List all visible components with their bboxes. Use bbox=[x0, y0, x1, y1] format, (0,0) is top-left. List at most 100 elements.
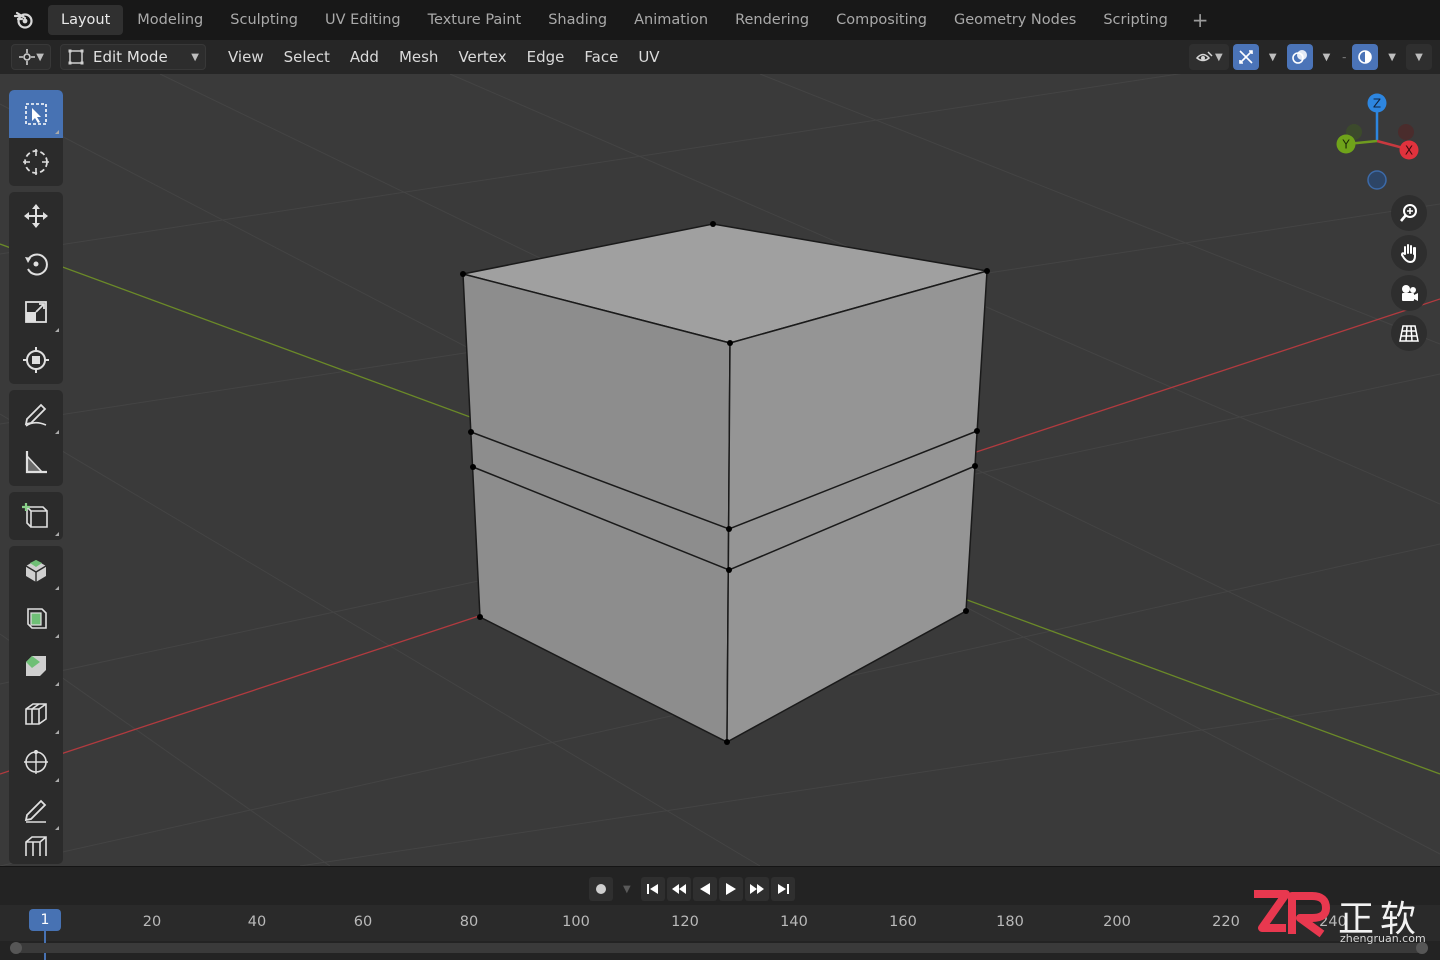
tab-layout[interactable]: Layout bbox=[48, 5, 124, 35]
transform-tool[interactable] bbox=[9, 336, 63, 384]
rotate-icon bbox=[25, 253, 48, 276]
xray-toggle-button[interactable] bbox=[1352, 44, 1379, 70]
annotate-tool[interactable] bbox=[9, 390, 63, 438]
fast-forward-icon bbox=[749, 884, 764, 894]
tick-label: 100 bbox=[562, 914, 590, 930]
knife-tool[interactable] bbox=[9, 738, 63, 786]
frame-ruler[interactable]: 1 20 40 60 80 100 120 140 160 180 200 22… bbox=[0, 905, 1440, 960]
play-button[interactable] bbox=[718, 877, 743, 901]
knife-icon bbox=[24, 750, 48, 774]
overlays-toggle-button[interactable] bbox=[1286, 44, 1313, 70]
spin-tool[interactable] bbox=[9, 834, 63, 864]
play-icon bbox=[725, 883, 736, 895]
tab-sculpting[interactable]: Sculpting bbox=[217, 5, 311, 35]
extrude-tool[interactable] bbox=[9, 546, 63, 594]
gizmo-toggle-button[interactable] bbox=[1232, 44, 1259, 70]
navigation-gizmo[interactable]: Z X Y bbox=[1330, 92, 1426, 192]
perspective-toggle-button[interactable] bbox=[1391, 315, 1427, 351]
chevron-down-icon: ▼ bbox=[1215, 51, 1223, 63]
tab-geometry-nodes[interactable]: Geometry Nodes bbox=[941, 5, 1089, 35]
zoom-magnifier-icon bbox=[1400, 204, 1417, 222]
move-tool[interactable] bbox=[9, 192, 63, 240]
visibility-selectability-button[interactable]: ▼ bbox=[1188, 44, 1229, 70]
add-cube-icon bbox=[22, 503, 48, 528]
menu-face[interactable]: Face bbox=[574, 48, 628, 66]
rotate-tool[interactable] bbox=[9, 240, 63, 288]
menu-vertex[interactable]: Vertex bbox=[448, 48, 516, 66]
jump-start-icon bbox=[646, 884, 658, 894]
tick-label: 220 bbox=[1212, 914, 1240, 930]
poly-build-tool[interactable] bbox=[9, 786, 63, 834]
extrude-icon bbox=[25, 560, 47, 582]
tab-shading[interactable]: Shading bbox=[535, 5, 620, 35]
gizmo-y-label: Y bbox=[1341, 138, 1350, 152]
menu-edge[interactable]: Edge bbox=[517, 48, 575, 66]
tab-texture-paint[interactable]: Texture Paint bbox=[415, 5, 535, 35]
camera-view-button[interactable] bbox=[1391, 275, 1427, 311]
zhengruan-watermark: 正软 zhengruan.com bbox=[1250, 888, 1435, 948]
loop-cut-tool[interactable] bbox=[9, 690, 63, 738]
select-box-tool[interactable] bbox=[9, 90, 63, 138]
add-workspace-button[interactable]: + bbox=[1182, 8, 1219, 32]
tab-uv-editing[interactable]: UV Editing bbox=[312, 5, 414, 35]
mode-label: Edit Mode bbox=[93, 48, 168, 66]
shading-dropdown-icon[interactable]: ▼ bbox=[1382, 52, 1402, 63]
tab-rendering[interactable]: Rendering bbox=[722, 5, 822, 35]
play-reverse-button[interactable] bbox=[692, 877, 717, 901]
tab-animation[interactable]: Animation bbox=[621, 5, 721, 35]
visibility-icon bbox=[1195, 51, 1213, 62]
watermark-url: zhengruan.com bbox=[1340, 932, 1426, 945]
menu-select[interactable]: Select bbox=[274, 48, 340, 66]
current-frame-indicator[interactable]: 1 bbox=[29, 909, 61, 931]
header-options-button[interactable]: ▼ bbox=[1406, 44, 1432, 70]
inset-icon bbox=[27, 608, 47, 629]
tick-label: 20 bbox=[142, 914, 162, 930]
mode-selector[interactable]: Edit Mode ▼ bbox=[60, 44, 206, 70]
edit-mode-icon bbox=[68, 49, 84, 65]
inset-tool[interactable] bbox=[9, 594, 63, 642]
jump-start-button[interactable] bbox=[640, 877, 665, 901]
jump-end-button[interactable] bbox=[770, 877, 795, 901]
menu-uv[interactable]: UV bbox=[628, 48, 669, 66]
auto-keying-button[interactable] bbox=[589, 877, 613, 901]
menu-mesh[interactable]: Mesh bbox=[389, 48, 449, 66]
tab-modeling[interactable]: Modeling bbox=[124, 5, 216, 35]
overlays-icon bbox=[1291, 50, 1307, 64]
select-box-icon bbox=[25, 103, 47, 125]
scrollbar-handle-left[interactable] bbox=[10, 942, 22, 954]
3d-viewport[interactable]: Z X Y bbox=[0, 74, 1440, 866]
measure-ruler-icon bbox=[25, 451, 47, 474]
scale-tool[interactable] bbox=[9, 288, 63, 336]
spin-icon bbox=[25, 836, 47, 856]
measure-tool[interactable] bbox=[9, 438, 63, 486]
timeline-scrollbar[interactable] bbox=[10, 943, 1428, 953]
zoom-view-button[interactable] bbox=[1391, 195, 1427, 231]
xray-dropdown-icon[interactable]: – bbox=[1340, 53, 1348, 62]
annotate-pencil-icon bbox=[24, 403, 47, 427]
record-icon bbox=[596, 884, 606, 894]
overlays-dropdown-icon[interactable]: ▼ bbox=[1317, 52, 1337, 63]
keying-dropdown-icon[interactable]: ▼ bbox=[615, 884, 639, 895]
pan-view-button[interactable] bbox=[1391, 235, 1427, 271]
gizmo-dropdown-icon[interactable]: ▼ bbox=[1263, 52, 1283, 63]
gizmo-icon bbox=[1239, 50, 1253, 64]
jump-keyframe-forward-button[interactable] bbox=[744, 877, 769, 901]
tab-compositing[interactable]: Compositing bbox=[823, 5, 940, 35]
menu-add[interactable]: Add bbox=[340, 48, 389, 66]
tick-label: 160 bbox=[889, 914, 917, 930]
workspace-bar: Layout Modeling Sculpting UV Editing Tex… bbox=[0, 0, 1440, 40]
cursor-tool[interactable] bbox=[9, 138, 63, 186]
loop-cut-icon bbox=[25, 703, 47, 725]
editor-type-selector[interactable]: ▼ bbox=[11, 44, 51, 70]
bevel-tool[interactable] bbox=[9, 642, 63, 690]
add-cube-tool[interactable] bbox=[9, 492, 63, 540]
chevron-down-icon: ▼ bbox=[36, 51, 44, 63]
tab-scripting[interactable]: Scripting bbox=[1090, 5, 1180, 35]
cube-mesh[interactable] bbox=[460, 221, 990, 745]
jump-keyframe-back-button[interactable] bbox=[666, 877, 691, 901]
poly-build-icon bbox=[24, 799, 47, 823]
menu-view[interactable]: View bbox=[218, 48, 274, 66]
blender-logo-icon[interactable] bbox=[0, 0, 48, 40]
scene-canvas[interactable] bbox=[0, 74, 1440, 866]
zr-logo bbox=[1254, 890, 1330, 938]
